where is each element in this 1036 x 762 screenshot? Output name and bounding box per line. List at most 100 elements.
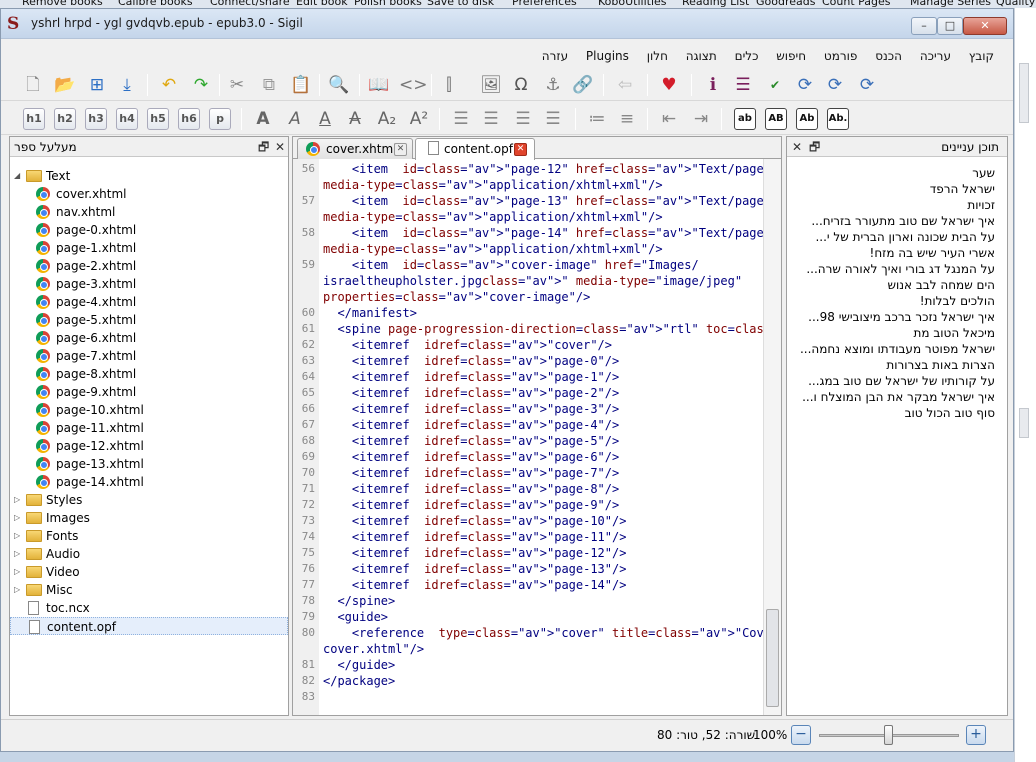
copy-icon[interactable]: ⧉ bbox=[257, 73, 281, 97]
zoom-in-button[interactable]: + bbox=[966, 725, 986, 745]
zoom-out-button[interactable]: − bbox=[791, 725, 811, 745]
split-icon[interactable]: ⫿ bbox=[437, 73, 461, 97]
heading-4-button[interactable]: h4 bbox=[116, 108, 138, 130]
tree-folder[interactable]: ▷ Misc bbox=[10, 581, 288, 599]
toc-entry[interactable]: הים שמחה לבב אנוש bbox=[795, 277, 995, 293]
minimize-button[interactable]: – bbox=[911, 17, 937, 35]
toc-entry[interactable]: ישראל הרפד bbox=[795, 181, 995, 197]
expander-closed-icon[interactable]: ▷ bbox=[14, 527, 24, 545]
tree-file[interactable]: page-2.xhtml bbox=[10, 257, 288, 275]
tree-file[interactable]: page-0.xhtml bbox=[10, 221, 288, 239]
sentencecase-button[interactable]: Ab. bbox=[827, 108, 849, 130]
uppercase-button[interactable]: AB bbox=[765, 108, 787, 130]
heading-6-button[interactable]: h6 bbox=[178, 108, 200, 130]
close-window-button[interactable]: ✕ bbox=[963, 17, 1007, 35]
toc-entry[interactable]: זכויות bbox=[795, 197, 995, 213]
mend-html-icon[interactable]: ⟳ bbox=[855, 73, 879, 97]
justify-icon[interactable]: ☰ bbox=[541, 107, 565, 131]
calibre-item[interactable]: Count Pages bbox=[822, 0, 891, 8]
menu-search[interactable]: חיפוש bbox=[769, 45, 813, 67]
tree-file[interactable]: page-4.xhtml bbox=[10, 293, 288, 311]
insert-image-icon[interactable]: 🖼 bbox=[479, 73, 503, 97]
toc-entry[interactable]: שער bbox=[795, 165, 995, 181]
tree-folder[interactable]: ▷ Fonts bbox=[10, 527, 288, 545]
tree-file[interactable]: page-5.xhtml bbox=[10, 311, 288, 329]
book-view-icon[interactable]: 📖 bbox=[367, 73, 391, 97]
float-panel-icon[interactable]: 🗗 bbox=[809, 137, 820, 157]
expander-closed-icon[interactable]: ▷ bbox=[14, 509, 24, 527]
tab-cover-xhtml[interactable]: cover.xhtml ✕ bbox=[297, 138, 413, 159]
tree-folder[interactable]: ▷ Styles bbox=[10, 491, 288, 509]
tree-file[interactable]: page-3.xhtml bbox=[10, 275, 288, 293]
decrease-indent-icon[interactable]: ⇤ bbox=[657, 107, 681, 131]
close-panel-icon[interactable]: ✕ bbox=[275, 137, 285, 157]
toc-entry[interactable]: אשרי העיר שיש בה מזח! bbox=[795, 245, 995, 261]
toc-entry[interactable]: מיכאל הטוב מת bbox=[795, 325, 995, 341]
tree-file[interactable]: page-12.xhtml bbox=[10, 437, 288, 455]
menu-file[interactable]: קובץ bbox=[962, 45, 1001, 67]
spellcheck-icon[interactable]: ✔ bbox=[763, 73, 787, 97]
editor-scrollbar[interactable] bbox=[763, 159, 781, 715]
increase-indent-icon[interactable]: ⇥ bbox=[689, 107, 713, 131]
toc-entry[interactable]: על קורותיו של ישראל שם טוב במג... bbox=[795, 373, 995, 389]
undo-icon[interactable]: ↶ bbox=[157, 73, 181, 97]
calibre-item[interactable]: Save to disk bbox=[427, 0, 494, 8]
calibre-item[interactable]: Remove books bbox=[22, 0, 103, 8]
lowercase-button[interactable]: ab bbox=[734, 108, 756, 130]
calibre-item[interactable]: Edit book bbox=[296, 0, 348, 8]
back-arrow-icon[interactable]: ⇦ bbox=[613, 73, 637, 97]
anchor-icon[interactable]: ⚓ bbox=[541, 73, 565, 97]
zoom-slider-handle[interactable] bbox=[884, 725, 893, 745]
subscript-icon[interactable]: A₂ bbox=[375, 107, 399, 131]
paste-icon[interactable]: 📋 bbox=[289, 73, 313, 97]
tree-folder[interactable]: ▷ Images bbox=[10, 509, 288, 527]
tree-file[interactable]: page-6.xhtml bbox=[10, 329, 288, 347]
link-icon[interactable]: 🔗 bbox=[571, 73, 595, 97]
new-file-icon[interactable]: 🗋 bbox=[21, 73, 45, 97]
menu-tools[interactable]: כלים bbox=[728, 45, 766, 67]
tree-file[interactable]: page-1.xhtml bbox=[10, 239, 288, 257]
numbered-list-icon[interactable]: ≡ bbox=[615, 107, 639, 131]
calibre-item[interactable]: Polish books bbox=[354, 0, 422, 8]
tree-file[interactable]: page-9.xhtml bbox=[10, 383, 288, 401]
tree-file[interactable]: page-11.xhtml bbox=[10, 419, 288, 437]
toc-entry[interactable]: איך ישראל מבקר את הבן המוצלח ו... bbox=[795, 389, 995, 405]
titlecase-button[interactable]: Ab bbox=[796, 108, 818, 130]
menu-insert[interactable]: הכנס bbox=[868, 45, 909, 67]
code-view-icon[interactable]: <> bbox=[399, 73, 428, 97]
find-replace-icon[interactable]: 🔍 bbox=[327, 73, 351, 97]
tree-file[interactable]: page-13.xhtml bbox=[10, 455, 288, 473]
calibre-item[interactable]: Connect/share bbox=[210, 0, 290, 8]
toc-entry[interactable]: הצרות באות בצרורות bbox=[795, 357, 995, 373]
superscript-icon[interactable]: A² bbox=[407, 107, 431, 131]
heading-2-button[interactable]: h2 bbox=[54, 108, 76, 130]
tree-folder[interactable]: ▷ Video bbox=[10, 563, 288, 581]
tree-file[interactable]: page-14.xhtml bbox=[10, 473, 288, 491]
tree-file[interactable]: page-7.xhtml bbox=[10, 347, 288, 365]
tree-file[interactable]: cover.xhtml bbox=[10, 185, 288, 203]
expander-closed-icon[interactable]: ▷ bbox=[14, 545, 24, 563]
italic-icon[interactable]: A bbox=[283, 107, 307, 131]
calibre-item[interactable]: Calibre books bbox=[118, 0, 193, 8]
toc-entry[interactable]: איך ישראל נזכר ברכב מיצובישי 98... bbox=[795, 309, 995, 325]
toc-entry[interactable]: על המנגל דג בורי ואיך לאורה שרה... bbox=[795, 261, 995, 277]
align-left-icon[interactable]: ☰ bbox=[449, 107, 473, 131]
align-right-icon[interactable]: ☰ bbox=[511, 107, 535, 131]
close-tab-icon[interactable]: ✕ bbox=[394, 143, 407, 156]
tree-file[interactable]: page-10.xhtml bbox=[10, 401, 288, 419]
calibre-item[interactable]: Manage Series bbox=[910, 0, 991, 8]
menu-format[interactable]: פורמט bbox=[817, 45, 864, 67]
toc-entry[interactable]: איך ישראל שם טוב מתעורר בזריח... bbox=[795, 213, 995, 229]
title-bar[interactable]: S yshrl hrpd - ygl gvdqvb.epub - epub3.0… bbox=[1, 9, 1013, 39]
tree-folder-text[interactable]: ◢ Text bbox=[10, 167, 288, 185]
table-of-contents-icon[interactable]: ☰ bbox=[731, 73, 755, 97]
donate-heart-icon[interactable]: ♥ bbox=[657, 73, 681, 97]
heading-3-button[interactable]: h3 bbox=[85, 108, 107, 130]
toc-entry[interactable]: סוף טוב הכול טוב bbox=[795, 405, 995, 421]
toc-entry[interactable]: ישראל מפוטר מעבודתו ומוצא נחמה... bbox=[795, 341, 995, 357]
add-file-icon[interactable]: ⊞ bbox=[85, 73, 109, 97]
tree-file[interactable]: nav.xhtml bbox=[10, 203, 288, 221]
expander-closed-icon[interactable]: ▷ bbox=[14, 581, 24, 599]
well-formed-check-icon[interactable]: ⟳ bbox=[823, 73, 847, 97]
strikethrough-icon[interactable]: A bbox=[343, 107, 367, 131]
